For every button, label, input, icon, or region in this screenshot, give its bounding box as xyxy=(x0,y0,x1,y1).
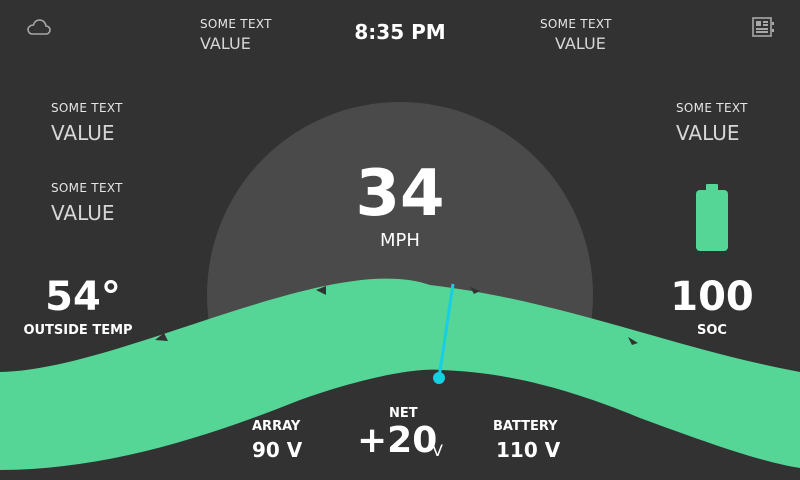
left-field-1-value: VALUE xyxy=(51,121,115,145)
net-unit: V xyxy=(432,441,443,460)
array-label: ARRAY xyxy=(252,419,301,434)
array-value: 90 V xyxy=(252,438,303,462)
clock-time: 8:35 PM xyxy=(354,20,446,44)
soc-label: SOC xyxy=(697,323,727,338)
needle-pivot xyxy=(433,372,445,384)
net-value: +20 xyxy=(357,420,438,461)
soc-value: 100 xyxy=(670,274,754,320)
right-field-value: VALUE xyxy=(676,121,740,145)
left-field-2-value: VALUE xyxy=(51,201,115,225)
left-field-2-label: SOME TEXT xyxy=(51,181,123,195)
header-right-value: VALUE xyxy=(555,34,606,53)
outside-temp-value: 54° xyxy=(45,274,121,320)
battery-full-icon xyxy=(695,184,729,252)
battery-value: 110 V xyxy=(496,438,561,462)
outside-temp-label: OUTSIDE TEMP xyxy=(23,323,133,338)
battery-label: BATTERY xyxy=(493,419,558,434)
net-label: NET xyxy=(389,406,418,421)
speed-value: 34 xyxy=(355,157,445,231)
speed-unit: MPH xyxy=(380,230,420,251)
header-right-label: SOME TEXT xyxy=(540,17,612,31)
left-field-1-label: SOME TEXT xyxy=(51,101,123,115)
right-field-label: SOME TEXT xyxy=(676,101,748,115)
